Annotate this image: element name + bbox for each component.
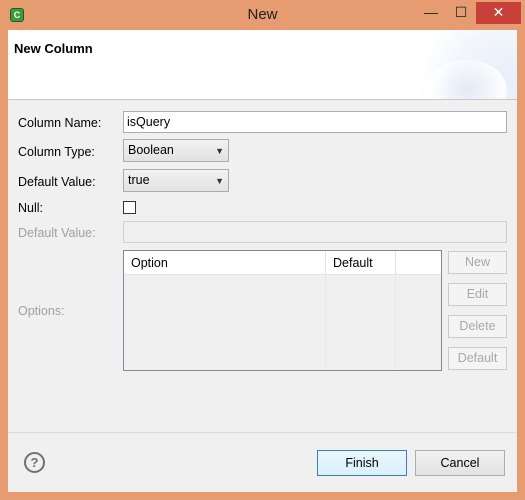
default-value-disabled-input	[123, 221, 507, 243]
column-divider	[325, 275, 326, 370]
footer-divider	[8, 432, 517, 433]
edit-option-button[interactable]: Edit	[448, 283, 507, 306]
null-checkbox[interactable]	[123, 201, 136, 214]
page-title: New Column	[14, 41, 93, 56]
column-type-select[interactable]: Boolean ▼	[123, 139, 229, 162]
help-icon[interactable]: ?	[24, 452, 45, 473]
dialog-content: New Column Column Name: isQuery Column T…	[8, 30, 517, 492]
default-value-selected: true	[128, 173, 150, 187]
chevron-down-icon: ▼	[215, 146, 224, 156]
null-label: Null:	[18, 201, 44, 215]
chevron-down-icon: ▼	[215, 176, 224, 186]
options-table-header: Option Default	[124, 251, 441, 275]
column-header-default[interactable]: Default	[325, 251, 395, 275]
header-banner: New Column	[8, 30, 517, 100]
column-name-label: Column Name:	[18, 116, 102, 130]
close-button[interactable]: ✕	[476, 2, 521, 24]
column-divider	[395, 275, 396, 370]
column-header-empty[interactable]	[395, 251, 441, 275]
options-label: Options:	[18, 304, 65, 318]
default-value-select[interactable]: true ▼	[123, 169, 229, 192]
default-option-button[interactable]: Default	[448, 347, 507, 370]
column-name-input[interactable]: isQuery	[123, 111, 507, 133]
default-value-label: Default Value:	[18, 175, 96, 189]
column-type-value: Boolean	[128, 143, 174, 157]
column-header-option[interactable]: Option	[124, 251, 325, 275]
delete-option-button[interactable]: Delete	[448, 315, 507, 338]
dialog-window: C New — ☐ ✕ New Column Column Name: isQu…	[0, 0, 525, 500]
column-type-label: Column Type:	[18, 145, 95, 159]
new-option-button[interactable]: New	[448, 251, 507, 274]
finish-button[interactable]: Finish	[317, 450, 407, 476]
cancel-button[interactable]: Cancel	[415, 450, 505, 476]
default-value-disabled-label: Default Value:	[18, 226, 96, 240]
minimize-button[interactable]: —	[416, 2, 446, 24]
options-table[interactable]: Option Default	[123, 250, 442, 371]
maximize-button[interactable]: ☐	[446, 2, 476, 24]
title-bar[interactable]: C New — ☐ ✕	[0, 0, 525, 30]
